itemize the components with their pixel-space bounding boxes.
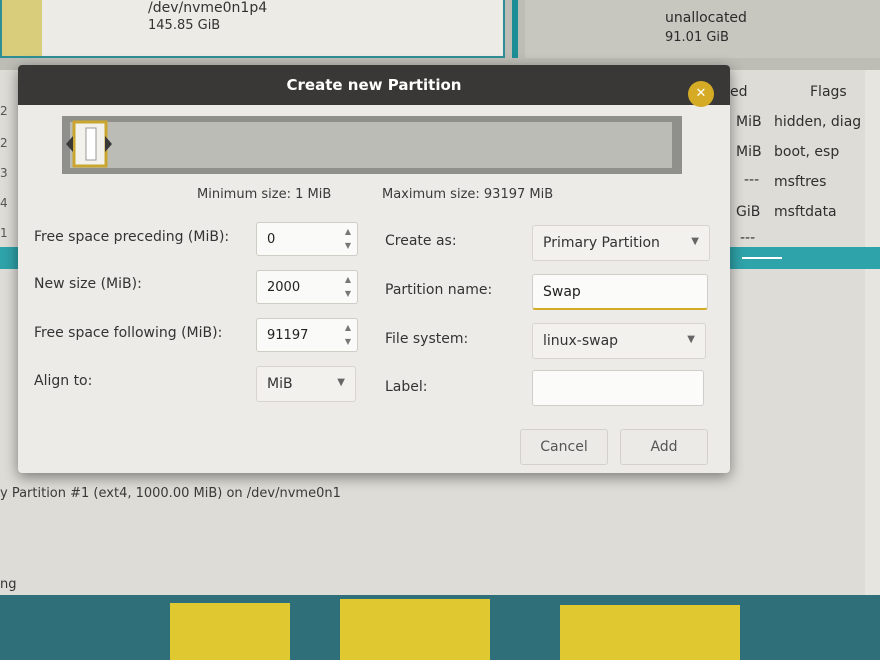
file-system-value: linux-swap — [543, 333, 619, 349]
align-to-value: MiB — [267, 376, 293, 392]
table-cell-flags: msftdata — [774, 204, 837, 220]
table-cell-flags: msftres — [774, 174, 827, 190]
file-system-dropdown[interactable]: linux-swap ▼ — [532, 323, 706, 359]
align-to-label: Align to: — [34, 373, 93, 389]
row-number: 3 — [0, 166, 8, 180]
new-size-spinner[interactable]: 2000 ▲ ▼ — [256, 270, 358, 304]
row-number: 1 — [0, 226, 8, 240]
create-as-value: Primary Partition — [543, 235, 660, 251]
dropdown-arrow-icon: ▼ — [687, 334, 695, 345]
free-space-preceding-value: 0 — [267, 232, 276, 247]
unallocated-block[interactable] — [525, 0, 880, 58]
selected-row-marker — [742, 257, 782, 259]
partition-size-graph[interactable] — [62, 116, 682, 174]
create-as-dropdown[interactable]: Primary Partition ▼ — [532, 225, 710, 261]
dialog-title: Create new Partition — [286, 76, 462, 94]
wallpaper — [0, 595, 880, 660]
free-space-following-label: Free space following (MiB): — [34, 325, 223, 341]
partition-name-input[interactable]: Swap — [532, 274, 708, 310]
row-number: 4 — [0, 196, 8, 210]
create-partition-dialog: Create new Partition ✕ Minimum size: 1 M… — [18, 65, 730, 473]
cancel-button[interactable]: Cancel — [520, 429, 608, 465]
partition-name-label: Partition name: — [385, 282, 493, 298]
partition-table: ed Flags MiB hidden, diag MiB boot, esp … — [730, 80, 865, 270]
free-space-following-spinner[interactable]: 91197 ▲ ▼ — [256, 318, 358, 352]
partition-map: /dev/nvme0n1p4 145.85 GiB unallocated 91… — [0, 0, 880, 70]
row-number: 2 — [0, 104, 8, 118]
create-as-label: Create as: — [385, 233, 457, 249]
spinner-arrows[interactable]: ▲ ▼ — [341, 273, 355, 301]
spinner-arrows[interactable]: ▲ ▼ — [341, 225, 355, 253]
partition-size-track — [70, 122, 672, 168]
table-cell-size: GiB — [736, 204, 761, 220]
wallpaper-shape — [340, 599, 490, 660]
table-cell-size: --- — [744, 172, 760, 188]
partition-usage-bar — [2, 0, 42, 56]
new-size-label: New size (MiB): — [34, 276, 142, 292]
spinner-arrows[interactable]: ▲ ▼ — [341, 321, 355, 349]
partition-size: 145.85 GiB — [148, 18, 221, 33]
new-size-value: 2000 — [267, 280, 301, 295]
unallocated-name: unallocated — [665, 10, 747, 26]
close-button[interactable]: ✕ — [688, 81, 714, 107]
scrollbar[interactable] — [865, 70, 880, 610]
status-text: ng — [0, 577, 17, 592]
dialog-titlebar[interactable]: Create new Partition — [18, 65, 730, 105]
maximum-size-label: Maximum size: 93197 MiB — [382, 187, 554, 202]
add-button[interactable]: Add — [620, 429, 708, 465]
table-cell-size: MiB — [736, 114, 762, 130]
table-cell-flags: hidden, diag — [774, 114, 862, 130]
partition-name: /dev/nvme0n1p4 — [148, 0, 268, 16]
table-cell-size: --- — [740, 230, 756, 246]
close-icon: ✕ — [695, 86, 707, 101]
row-number: 2 — [0, 136, 8, 150]
unallocated-size: 91.01 GiB — [665, 30, 729, 45]
free-space-preceding-label: Free space preceding (MiB): — [34, 229, 230, 245]
free-space-preceding-spinner[interactable]: 0 ▲ ▼ — [256, 222, 358, 256]
file-system-label: File system: — [385, 331, 469, 347]
resize-handle[interactable] — [66, 120, 112, 168]
minimum-size-label: Minimum size: 1 MiB — [197, 187, 332, 202]
wallpaper-shape — [170, 603, 290, 660]
align-to-dropdown[interactable]: MiB ▼ — [256, 366, 356, 402]
wallpaper-shape — [560, 605, 740, 660]
free-space-following-value: 91197 — [267, 328, 309, 343]
pending-operation: y Partition #1 (ext4, 1000.00 MiB) on /d… — [0, 486, 341, 501]
table-cell-size: MiB — [736, 144, 762, 160]
label-input[interactable] — [532, 370, 704, 406]
dropdown-arrow-icon: ▼ — [337, 377, 345, 388]
table-cell-flags: boot, esp — [774, 144, 840, 160]
partition-divider — [512, 0, 518, 58]
label-field-label: Label: — [385, 379, 428, 395]
column-header-used[interactable]: ed — [730, 84, 748, 100]
status-bar: ng — [0, 575, 865, 595]
partition-name-value: Swap — [543, 284, 581, 300]
column-header-flags[interactable]: Flags — [810, 84, 847, 100]
dropdown-arrow-icon: ▼ — [691, 236, 699, 247]
